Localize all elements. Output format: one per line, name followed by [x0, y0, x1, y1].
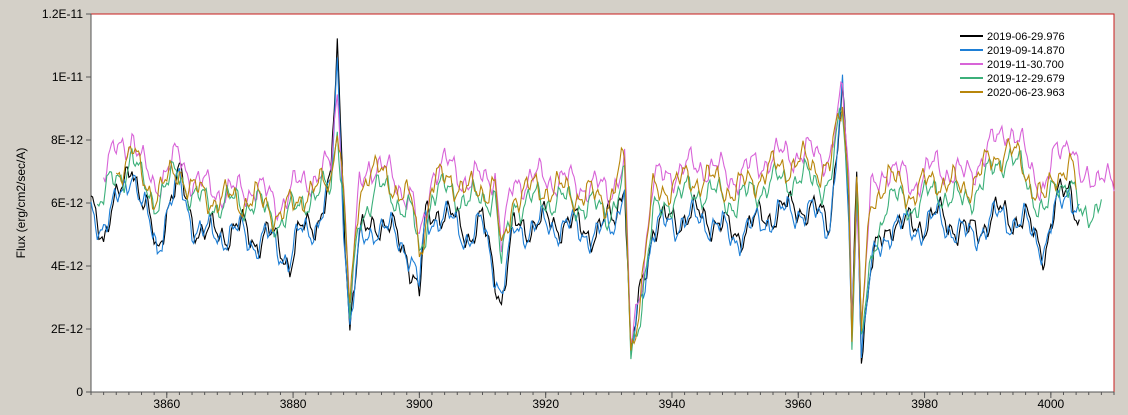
y-axis-title: Flux (erg/cm2/sec/A)	[14, 148, 28, 259]
x-tick-label: 3860	[153, 397, 180, 411]
spectrum-chart: 02E-124E-126E-128E-121E-111.2E-11 3860 38…	[14, 7, 1115, 411]
y-tick-label: 1.2E-11	[42, 7, 83, 21]
x-tick-label: 4000	[1038, 397, 1065, 411]
x-tick-label: 3880	[280, 397, 307, 411]
legend-label: 2020-06-23.963	[987, 87, 1065, 99]
y-tick-label: 4E-12	[51, 259, 83, 273]
y-tick-label: 6E-12	[51, 196, 83, 210]
legend-label: 2019-12-29.679	[987, 73, 1065, 85]
x-tick-label: 3940	[659, 397, 686, 411]
y-ticks: 0 2E-12 4E-12 6E-12 8E-12 1E-11 1.2E-11	[42, 7, 91, 399]
x-ticks: 3860 3880 3900 3920 3940 3960 3980 4000	[90, 392, 1115, 411]
legend-label: 2019-09-14.870	[987, 45, 1065, 57]
x-tick-label: 3900	[406, 397, 433, 411]
x-tick-label: 3980	[911, 397, 938, 411]
y-tick-label: 2E-12	[51, 322, 83, 336]
y-tick-label: 8E-12	[51, 133, 83, 147]
y-tick-label: 1E-11	[52, 70, 83, 84]
legend-label: 2019-06-29.976	[987, 31, 1065, 43]
legend-label: 2019-11-30.700	[987, 59, 1064, 71]
y-tick-label: 0	[76, 385, 83, 399]
x-tick-label: 3920	[532, 397, 559, 411]
x-tick-label: 3960	[785, 397, 812, 411]
